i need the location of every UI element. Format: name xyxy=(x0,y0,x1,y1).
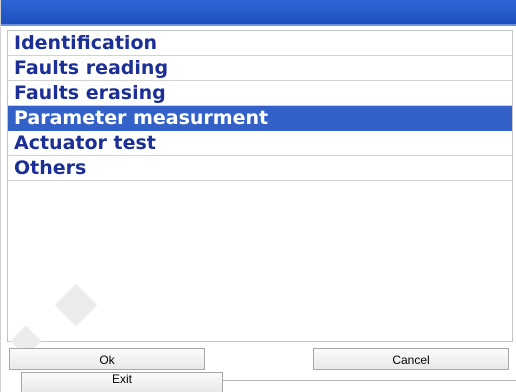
dialog-window: Identification Faults reading Faults era… xyxy=(0,0,516,392)
exit-button[interactable]: Exit xyxy=(21,372,223,392)
footer-divider xyxy=(223,380,516,381)
menu-item-faults-reading[interactable]: Faults reading xyxy=(8,56,512,81)
menu-item-identification[interactable]: Identification xyxy=(8,31,512,56)
menu-item-faults-erasing[interactable]: Faults erasing xyxy=(8,81,512,106)
ok-button[interactable]: Ok xyxy=(9,348,205,370)
menu-item-parameter-measurement[interactable]: Parameter measurment xyxy=(8,106,512,131)
menu-item-others[interactable]: Others xyxy=(8,156,512,181)
menu-item-actuator-test[interactable]: Actuator test xyxy=(8,131,512,156)
title-bar xyxy=(1,0,516,26)
cancel-button[interactable]: Cancel xyxy=(313,348,509,370)
